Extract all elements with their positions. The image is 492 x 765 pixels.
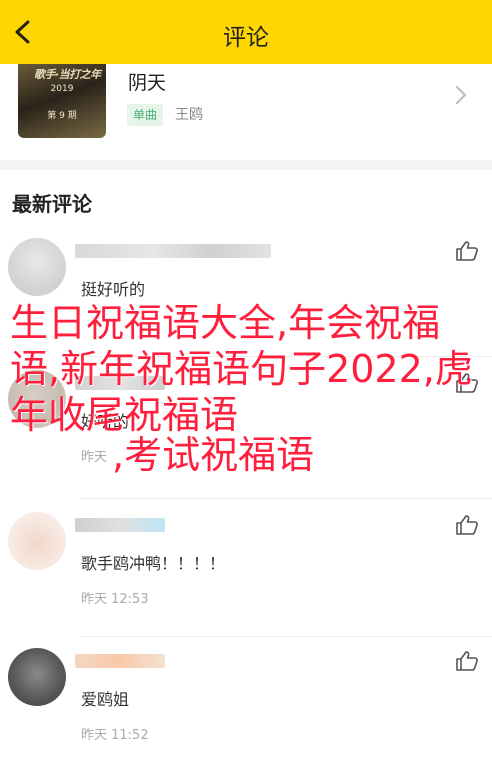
comment-time: 昨天 12:53	[81, 592, 149, 607]
like-icon[interactable]	[455, 514, 479, 536]
like-icon[interactable]	[455, 650, 479, 672]
cover-episode: 第 9 期	[47, 111, 77, 121]
artist-name: 王鸥	[175, 107, 203, 123]
comment-text: 挺好听的	[81, 280, 146, 299]
avatar[interactable]	[8, 512, 66, 570]
comment-divider	[80, 636, 492, 637]
comment-divider	[80, 498, 492, 499]
overlay-headline: 生日祝福语大全,年会祝福语,新年祝福语句子2022,虎年收尾祝福语	[10, 301, 473, 437]
song-card[interactable]: 歌手·当打之年 2019 第 9 期 阴天 单曲 王鸥	[0, 64, 492, 160]
section-title: 最新评论	[12, 192, 92, 216]
like-icon[interactable]	[455, 240, 479, 262]
comment-text: 爱鸥姐	[81, 690, 130, 709]
overlay-headline-tail: ,考试祝福语	[112, 433, 315, 477]
cover-title: 歌手·当打之年	[34, 68, 101, 81]
avatar[interactable]	[8, 648, 66, 706]
cover-year: 2019	[50, 84, 74, 94]
top-bar: 评论	[0, 0, 492, 64]
page-title: 评论	[223, 25, 269, 51]
section-divider	[0, 160, 492, 170]
comment-time: 昨天 11:52	[81, 728, 149, 743]
username[interactable]	[75, 518, 165, 532]
song-type-badge: 单曲	[127, 104, 164, 126]
song-title: 阴天	[128, 72, 167, 94]
username[interactable]	[75, 244, 271, 258]
comment-text: 歌手鸥冲鸭！！！！	[81, 554, 226, 573]
chevron-right-icon	[456, 86, 466, 104]
comment-time: 昨天	[81, 450, 108, 465]
album-cover: 歌手·当打之年 2019 第 9 期	[18, 64, 106, 138]
avatar[interactable]	[8, 238, 66, 296]
username[interactable]	[75, 654, 165, 668]
